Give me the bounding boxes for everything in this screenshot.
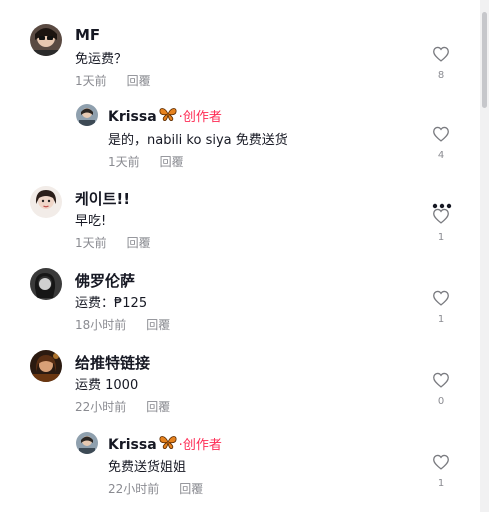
creator-badge: ·创作者 <box>178 438 222 453</box>
like-button[interactable]: 1 <box>428 208 454 243</box>
comment-meta: 1天前 回覆 <box>75 72 151 89</box>
like-count: 1 <box>437 314 445 325</box>
reply-meta: 1天前 回覆 <box>108 153 184 170</box>
like-count: 0 <box>437 396 445 407</box>
avatar[interactable] <box>30 268 62 300</box>
like-button[interactable]: 1 <box>428 454 454 489</box>
reply-username[interactable]: Krissa ·创作者 <box>108 434 222 453</box>
comment-list: MF 免运费？ 1天前 回覆 8 Krissa ·创作者 是的，nabili ko … <box>0 0 480 512</box>
comment-time: 22小时前 <box>75 400 127 414</box>
like-count: 4 <box>437 150 445 161</box>
comment-meta: 18小时前 回覆 <box>75 316 170 333</box>
like-button[interactable]: 1 <box>428 290 454 325</box>
like-count: 8 <box>437 70 445 81</box>
comment-time: 1天前 <box>75 236 107 250</box>
avatar[interactable] <box>76 432 98 454</box>
reply-time: 1天前 <box>108 155 140 169</box>
avatar[interactable] <box>76 104 98 126</box>
reply-button[interactable]: 回覆 <box>179 482 203 496</box>
butterfly-icon <box>159 436 177 453</box>
comment-time: 18小时前 <box>75 318 127 332</box>
comment-username[interactable]: MF <box>75 26 100 44</box>
reply-username-text: Krissa <box>108 437 157 453</box>
comment-username[interactable]: 佛罗伦萨 <box>75 270 135 291</box>
scrollbar[interactable] <box>480 0 489 512</box>
butterfly-icon <box>159 108 177 125</box>
heart-outline-icon <box>433 46 449 62</box>
comment-text: 运费 1000 <box>75 378 139 393</box>
reply-button[interactable]: 回覆 <box>146 400 170 414</box>
avatar[interactable] <box>30 24 62 56</box>
reply-username[interactable]: Krissa ·创作者 <box>108 106 222 125</box>
heart-outline-icon <box>433 126 449 142</box>
like-button[interactable]: 0 <box>428 372 454 407</box>
creator-badge: ·创作者 <box>178 110 222 125</box>
comment-text: 早吃! <box>75 214 107 229</box>
heart-outline-icon <box>433 372 449 388</box>
like-count: 1 <box>437 232 445 243</box>
like-button[interactable]: 8 <box>428 46 454 81</box>
reply-time: 22小时前 <box>108 482 160 496</box>
scrollbar-thumb[interactable] <box>482 12 487 108</box>
avatar[interactable] <box>30 350 62 382</box>
comment-username[interactable]: 케이트!! <box>75 188 130 209</box>
comment-username[interactable]: 给推特链接 <box>75 352 150 373</box>
heart-outline-icon <box>433 454 449 470</box>
like-button[interactable]: 4 <box>428 126 454 161</box>
reply-button[interactable]: 回覆 <box>127 74 151 88</box>
reply-button[interactable]: 回覆 <box>160 155 184 169</box>
more-dots-icon[interactable] <box>432 194 452 213</box>
heart-outline-icon <box>433 290 449 306</box>
comment-text: 运费：₱125 <box>75 296 148 311</box>
comment-meta: 22小时前 回覆 <box>75 398 170 415</box>
comment-time: 1天前 <box>75 74 107 88</box>
reply-text: 是的，nabili ko siya 免费送货 <box>108 133 288 148</box>
reply-button[interactable]: 回覆 <box>127 236 151 250</box>
comment-text: 免运费？ <box>75 52 128 67</box>
reply-meta: 22小时前 回覆 <box>108 480 203 497</box>
comment-meta: 1天前 回覆 <box>75 234 151 251</box>
reply-text: 免费送货姐姐 <box>108 460 187 475</box>
reply-username-text: Krissa <box>108 109 157 125</box>
reply-button[interactable]: 回覆 <box>146 318 170 332</box>
avatar[interactable] <box>30 186 62 218</box>
like-count: 1 <box>437 478 445 489</box>
